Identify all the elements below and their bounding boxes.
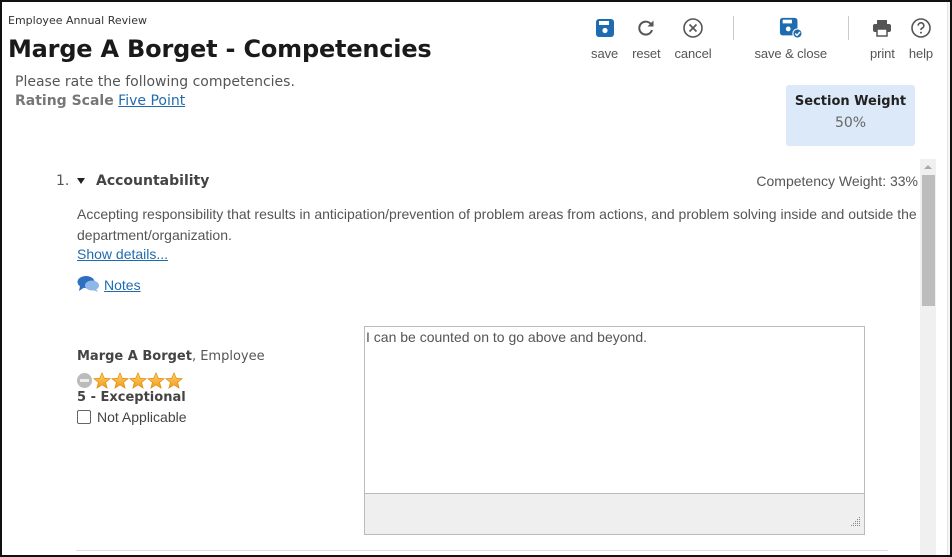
not-applicable-checkbox[interactable]: Not Applicable (77, 409, 265, 425)
star-rating (77, 372, 265, 389)
notes-label: Notes (104, 277, 141, 293)
print-icon (870, 16, 894, 40)
competency-list: 1. Accountability Competency Weight: 33%… (2, 159, 922, 555)
toolbar-separator (732, 16, 734, 40)
competency-title: Accountability (96, 173, 210, 189)
cancel-button[interactable]: cancel (668, 16, 719, 61)
reset-button[interactable]: reset (625, 16, 667, 61)
checkbox-box[interactable] (77, 410, 91, 424)
save-icon (593, 16, 617, 40)
cancel-label: cancel (674, 46, 712, 61)
vertical-scrollbar[interactable] (920, 159, 936, 555)
rating-scale-label: Rating Scale (15, 93, 114, 109)
rating-scale-link[interactable]: Five Point (118, 93, 185, 109)
toolbar: save reset cancel save & close print hel… (584, 16, 940, 61)
section-divider (76, 550, 888, 551)
print-label: print (870, 46, 895, 61)
section-weight-value: 50% (834, 115, 867, 131)
star-icon[interactable] (165, 372, 183, 389)
reset-icon (634, 16, 658, 40)
editor-statusbar (365, 493, 864, 534)
page-title: Marge A Borget - Competencies (8, 35, 432, 63)
resize-grip-icon[interactable] (851, 512, 861, 531)
save-label: save (591, 46, 619, 61)
show-details-link[interactable]: Show details... (77, 246, 168, 262)
help-icon (909, 16, 933, 40)
print-button[interactable]: print (863, 16, 902, 61)
save-close-button[interactable]: save & close (748, 16, 835, 61)
section-weight-box: Section Weight 50% (786, 85, 915, 146)
notes-link[interactable]: Notes (77, 275, 141, 295)
save-close-icon (779, 16, 803, 40)
rating-scale-row: Rating Scale Five Point (15, 92, 295, 111)
intro: Please rate the following competencies. … (15, 73, 295, 111)
help-label: help (908, 46, 933, 61)
rater-role: , Employee (191, 349, 265, 364)
instructions-text: Please rate the following competencies. (15, 74, 295, 90)
rater-name-row: Marge A Borget, Employee (77, 349, 265, 364)
save-button[interactable]: save (584, 16, 625, 61)
app-subtitle: Employee Annual Review (8, 14, 147, 27)
speech-bubbles-icon (77, 275, 100, 295)
save-close-label: save & close (754, 46, 828, 61)
star-icon[interactable] (147, 372, 165, 389)
star-icon[interactable] (129, 372, 147, 389)
star-icon[interactable] (111, 372, 129, 389)
review-window: Employee Annual Review Marge A Borget - … (0, 0, 952, 557)
section-weight-title: Section Weight (794, 94, 907, 109)
not-applicable-label: Not Applicable (97, 409, 187, 425)
comment-editor[interactable]: I can be counted on to go above and beyo… (364, 326, 865, 535)
toolbar-separator (848, 16, 850, 40)
collapse-caret-icon[interactable] (77, 178, 85, 184)
clear-rating-icon[interactable] (77, 373, 92, 388)
scrollbar-thumb[interactable] (922, 175, 935, 306)
help-button[interactable]: help (902, 16, 940, 61)
competency-weight: Competency Weight: 33% (756, 173, 918, 189)
star-icon[interactable] (93, 372, 111, 389)
window-edge (947, 2, 950, 555)
competency-description: Accepting responsibility that results in… (77, 206, 917, 243)
scroll-up-arrow-icon[interactable] (924, 165, 932, 169)
rater-panel: Marge A Borget, Employee 5 - Exceptional… (77, 349, 265, 425)
cancel-icon (681, 16, 705, 40)
competency-number: 1. (56, 173, 70, 189)
reset-label: reset (632, 46, 661, 61)
rater-name: Marge A Borget (77, 349, 192, 364)
comment-textarea[interactable]: I can be counted on to go above and beyo… (365, 327, 864, 493)
rating-text: 5 - Exceptional (77, 390, 186, 405)
